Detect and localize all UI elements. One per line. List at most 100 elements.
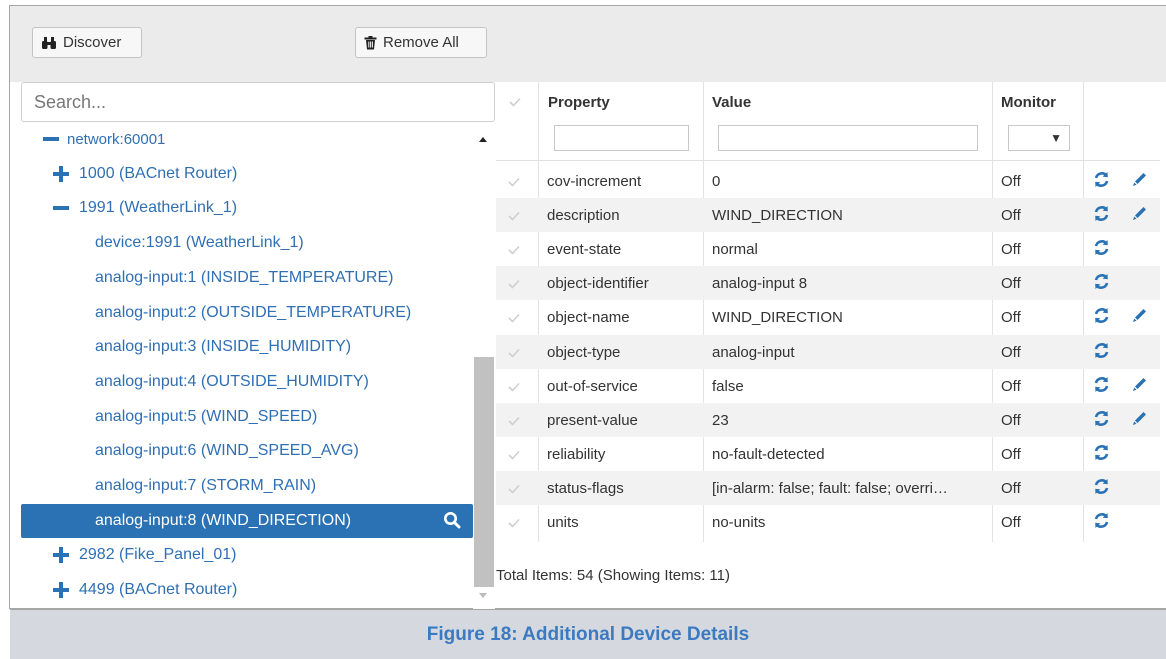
row-check-icon[interactable]	[508, 447, 520, 464]
tree-node[interactable]: device:1991 (WeatherLink_1)	[21, 226, 473, 260]
tree-node[interactable]: analog-input:8 (WIND_DIRECTION)	[21, 503, 473, 538]
plus-icon[interactable]	[51, 547, 71, 564]
refresh-icon[interactable]	[1093, 205, 1110, 226]
magnifier-icon[interactable]	[443, 511, 461, 534]
tree-node[interactable]: analog-input:5 (WIND_SPEED)	[21, 400, 473, 434]
device-tree: network:60001 1000 (BACnet Router) 1991 (W…	[21, 122, 473, 609]
row-check-icon[interactable]	[508, 174, 520, 191]
header-value[interactable]: Value	[712, 94, 751, 111]
tree-node[interactable]: analog-input:2 (OUTSIDE_TEMPERATURE)	[21, 296, 473, 330]
table-row[interactable]: object-type analog-input Off	[496, 334, 1160, 369]
table-row[interactable]: units no-units Off	[496, 505, 1160, 539]
table-row[interactable]: out-of-service false Off	[496, 369, 1160, 403]
tree-node-label: analog-input:3 (INSIDE_HUMIDITY)	[95, 338, 352, 356]
table-row[interactable]: cov-increment 0 Off	[496, 164, 1160, 198]
value-cell: 0	[712, 173, 721, 190]
refresh-icon[interactable]	[1093, 273, 1110, 294]
value-cell: WIND_DIRECTION	[712, 207, 843, 225]
value-cell: 23	[712, 411, 729, 429]
plus-icon[interactable]	[51, 582, 71, 599]
value-cell: normal	[712, 241, 758, 259]
pencil-icon[interactable]	[1132, 410, 1148, 430]
refresh-icon[interactable]	[1093, 512, 1110, 533]
grid-header: Property Value Monitor ▼	[496, 82, 1160, 161]
refresh-icon[interactable]	[1093, 478, 1110, 499]
tree-node-label: 1000 (BACnet Router)	[79, 164, 238, 182]
table-row[interactable]: status-flags [in-alarm: false; fault: fal…	[496, 470, 1160, 505]
remove-all-button[interactable]: Remove All	[355, 27, 487, 58]
minus-icon[interactable]	[51, 200, 71, 216]
trash-icon	[364, 35, 377, 50]
tree-node[interactable]: 1000 (BACnet Router)	[21, 157, 473, 191]
table-row[interactable]: object-name WIND_DIRECTION Off	[496, 300, 1160, 334]
refresh-icon[interactable]	[1093, 410, 1110, 431]
table-row[interactable]: event-state normal Off	[496, 232, 1160, 266]
discover-label: Discover	[63, 34, 122, 51]
row-check-icon[interactable]	[508, 310, 520, 327]
scrollbar-thumb[interactable]	[474, 357, 494, 587]
refresh-icon[interactable]	[1093, 342, 1110, 363]
value-cell: analog-input 8	[712, 275, 808, 293]
pencil-icon[interactable]	[1132, 171, 1148, 191]
table-row[interactable]: present-value 23 Off	[496, 402, 1160, 437]
header-monitor[interactable]: Monitor	[1001, 94, 1056, 111]
tree-node[interactable]: 2982 (Fike_Panel_01)	[21, 538, 473, 572]
refresh-icon[interactable]	[1093, 171, 1110, 192]
plus-icon[interactable]	[51, 165, 71, 182]
row-check-icon[interactable]	[508, 208, 520, 225]
refresh-icon[interactable]	[1093, 444, 1110, 465]
tree-node-label: network:60001	[67, 130, 166, 148]
binoculars-icon	[41, 36, 57, 50]
tree-node-label: analog-input:1 (INSIDE_TEMPERATURE)	[95, 268, 394, 286]
row-check-icon[interactable]	[508, 242, 520, 259]
property-filter-input[interactable]	[554, 125, 689, 151]
grid-footer: Total Items: 54 (Showing Items: 11)	[496, 567, 730, 584]
row-check-icon[interactable]	[508, 379, 520, 396]
pencil-icon[interactable]	[1132, 307, 1148, 327]
tree-node[interactable]: 4499 (BACnet Router)	[21, 573, 473, 607]
row-check-icon[interactable]	[508, 413, 520, 430]
discover-button[interactable]: Discover	[32, 27, 142, 58]
refresh-icon[interactable]	[1093, 239, 1110, 260]
header-property[interactable]: Property	[548, 94, 610, 111]
figure-caption: Figure 18: Additional Device Details	[10, 610, 1166, 659]
tree-node[interactable]: analog-input:3 (INSIDE_HUMIDITY)	[21, 330, 473, 364]
row-check-icon[interactable]	[508, 276, 520, 293]
tree-node[interactable]: analog-input:6 (WIND_SPEED_AVG)	[21, 434, 473, 468]
monitor-filter-select[interactable]: ▼	[1008, 125, 1070, 151]
value-cell: WIND_DIRECTION	[712, 309, 843, 327]
property-cell: status-flags	[547, 479, 624, 497]
tree-node-label: analog-input:2 (OUTSIDE_TEMPERATURE)	[95, 303, 412, 321]
pencil-icon[interactable]	[1132, 376, 1148, 396]
refresh-icon[interactable]	[1093, 307, 1110, 328]
select-all-check-icon[interactable]	[509, 94, 521, 112]
tree-node[interactable]: analog-input:1 (INSIDE_TEMPERATURE)	[21, 261, 473, 295]
table-row[interactable]: description WIND_DIRECTION Off	[496, 198, 1160, 233]
table-row[interactable]: object-identifier analog-input 8 Off	[496, 266, 1160, 301]
monitor-cell: Off	[1001, 411, 1021, 429]
row-check-icon[interactable]	[508, 515, 520, 532]
search-input[interactable]	[21, 82, 495, 122]
pencil-icon[interactable]	[1132, 205, 1148, 225]
table-row[interactable]: reliability no-fault-detected Off	[496, 437, 1160, 471]
remove-all-label: Remove All	[383, 34, 459, 51]
tree-scrollbar[interactable]	[473, 122, 495, 609]
property-cell: reliability	[547, 445, 606, 463]
tree-node[interactable]: network:60001	[21, 122, 473, 156]
row-check-icon[interactable]	[508, 345, 520, 362]
tree-node[interactable]: analog-input:7 (STORM_RAIN)	[21, 469, 473, 503]
tree-node[interactable]: 1991 (WeatherLink_1)	[21, 191, 473, 225]
monitor-cell: Off	[1001, 173, 1021, 190]
tree-node[interactable]: analog-input:4 (OUTSIDE_HUMIDITY)	[21, 365, 473, 399]
row-check-icon[interactable]	[508, 481, 520, 498]
scroll-down-arrow-icon[interactable]	[478, 587, 488, 605]
property-cell: event-state	[547, 241, 622, 259]
monitor-cell: Off	[1001, 377, 1021, 395]
minus-icon[interactable]	[41, 131, 61, 147]
refresh-icon[interactable]	[1093, 376, 1110, 397]
property-cell: object-identifier	[547, 275, 649, 293]
scroll-up-arrow-icon[interactable]	[478, 130, 488, 148]
monitor-cell: Off	[1001, 241, 1021, 259]
monitor-cell: Off	[1001, 343, 1021, 361]
value-filter-input[interactable]	[718, 125, 978, 151]
